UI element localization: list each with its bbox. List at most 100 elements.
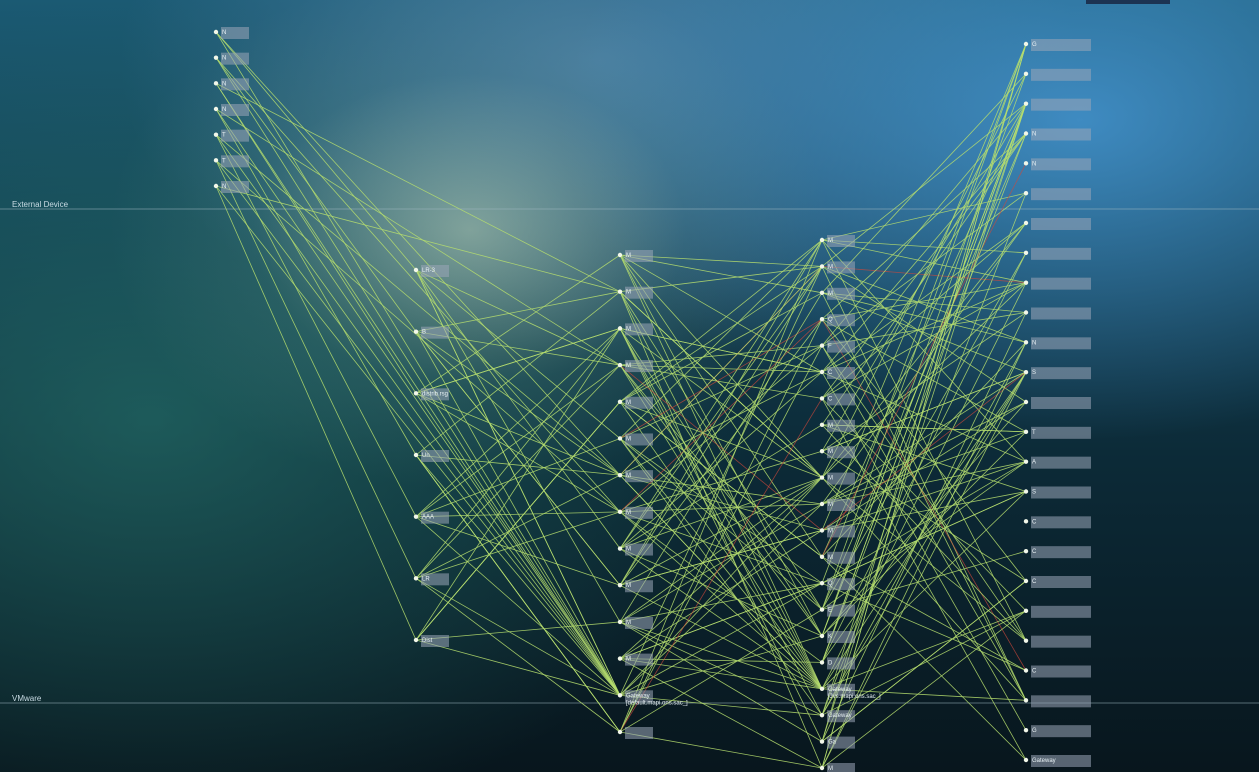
node-dot[interactable] xyxy=(819,501,825,507)
node-dot[interactable] xyxy=(213,158,219,163)
node-e8[interactable] xyxy=(1023,277,1091,290)
node-e13[interactable]: T xyxy=(1023,426,1091,439)
node-dot[interactable] xyxy=(1023,459,1029,464)
node-dot[interactable] xyxy=(1023,399,1029,405)
node-e17[interactable]: C xyxy=(1023,546,1091,559)
node-dot[interactable] xyxy=(617,362,623,368)
node-dot[interactable] xyxy=(617,252,623,258)
node-e23[interactable]: G xyxy=(1023,725,1091,738)
node-dot[interactable] xyxy=(617,546,623,551)
node-dot[interactable] xyxy=(617,656,623,661)
node-dot[interactable] xyxy=(819,237,825,243)
node-dot[interactable] xyxy=(413,267,419,273)
node-dot[interactable] xyxy=(819,633,825,639)
node-dot[interactable] xyxy=(1023,71,1029,77)
node-d8[interactable]: M xyxy=(819,446,855,459)
node-dot[interactable] xyxy=(819,422,825,427)
node-b3[interactable]: Un xyxy=(413,450,449,462)
node-d18[interactable]: Gateway xyxy=(819,710,855,723)
node-dot[interactable] xyxy=(819,449,825,454)
node-dot[interactable] xyxy=(1023,41,1029,47)
node-e24[interactable]: Gateway xyxy=(1023,755,1091,767)
node-dot[interactable] xyxy=(819,343,825,348)
node-dot[interactable] xyxy=(819,369,825,375)
node-dot[interactable] xyxy=(1023,161,1029,166)
node-dot[interactable] xyxy=(617,583,623,588)
node-dot[interactable] xyxy=(617,472,623,478)
node-dot[interactable] xyxy=(819,765,825,771)
node-dot[interactable] xyxy=(413,637,419,643)
node-dot[interactable] xyxy=(1023,638,1029,643)
node-d11[interactable]: M xyxy=(819,525,855,538)
node-c12n[interactable]: Gateway[default.mapi.ons.sac_] xyxy=(617,690,688,706)
node-e2[interactable] xyxy=(1023,98,1091,111)
node-dot[interactable] xyxy=(819,607,825,612)
node-dot[interactable] xyxy=(1023,757,1029,763)
node-dot[interactable] xyxy=(617,326,623,331)
node-dot[interactable] xyxy=(819,264,825,269)
node-layer[interactable]: N N N N T T N LR-3 Bdistrib.rsg Un AAA LR Dist M M M M M M… xyxy=(213,27,1091,772)
node-e12[interactable] xyxy=(1023,397,1091,409)
node-dot[interactable] xyxy=(1023,608,1029,614)
node-e20[interactable] xyxy=(1023,635,1091,648)
node-dot[interactable] xyxy=(1023,280,1029,285)
node-dot[interactable] xyxy=(1023,548,1029,554)
node-e6[interactable] xyxy=(1023,218,1091,230)
node-d14[interactable]: E xyxy=(819,604,855,617)
node-d16[interactable]: D xyxy=(819,657,855,670)
node-e4[interactable]: N xyxy=(1023,158,1091,171)
node-e22[interactable] xyxy=(1023,695,1091,708)
node-dot[interactable] xyxy=(1023,310,1029,315)
node-dot[interactable] xyxy=(1023,340,1029,345)
node-c9n[interactable]: M xyxy=(617,580,653,593)
node-dot[interactable] xyxy=(1023,131,1029,136)
node-dot[interactable] xyxy=(413,452,419,458)
node-d19[interactable]: Ga xyxy=(819,736,855,749)
node-dot[interactable] xyxy=(819,686,825,691)
node-e15[interactable]: S xyxy=(1023,486,1091,499)
node-e10[interactable]: N xyxy=(1023,337,1091,350)
node-dot[interactable] xyxy=(1023,220,1029,226)
node-dot[interactable] xyxy=(1023,668,1029,673)
node-dot[interactable] xyxy=(819,739,825,744)
node-dot[interactable] xyxy=(413,514,419,519)
node-dot[interactable] xyxy=(413,391,419,396)
node-dot[interactable] xyxy=(1023,369,1029,375)
node-c13n[interactable] xyxy=(617,727,653,739)
node-dot[interactable] xyxy=(1023,698,1029,703)
node-dot[interactable] xyxy=(1023,190,1029,196)
node-dot[interactable] xyxy=(617,436,623,441)
node-dot[interactable] xyxy=(213,183,219,189)
node-e14[interactable]: A xyxy=(1023,456,1091,469)
node-dot[interactable] xyxy=(617,289,623,294)
node-dot[interactable] xyxy=(213,132,219,137)
node-d10[interactable]: M xyxy=(819,499,855,511)
node-e11[interactable]: S xyxy=(1023,367,1091,380)
node-e16[interactable]: C xyxy=(1023,516,1091,529)
node-dot[interactable] xyxy=(213,106,219,112)
node-dot[interactable] xyxy=(617,619,623,625)
node-e9[interactable] xyxy=(1023,307,1091,320)
node-dot[interactable] xyxy=(1023,578,1029,584)
node-dot[interactable] xyxy=(819,554,825,559)
node-a5[interactable]: T xyxy=(213,155,249,168)
node-d20[interactable]: M xyxy=(819,763,855,772)
node-e21[interactable]: C xyxy=(1023,665,1091,678)
node-e3[interactable]: N xyxy=(1023,128,1091,141)
node-dot[interactable] xyxy=(819,317,825,322)
node-dot[interactable] xyxy=(819,660,825,665)
node-dot[interactable] xyxy=(1023,489,1029,494)
node-e5[interactable] xyxy=(1023,188,1091,201)
node-dot[interactable] xyxy=(819,713,825,718)
node-e18[interactable]: C xyxy=(1023,576,1091,588)
node-dot[interactable] xyxy=(819,528,825,533)
node-dot[interactable] xyxy=(1023,101,1029,106)
node-dot[interactable] xyxy=(413,329,419,334)
node-e7[interactable] xyxy=(1023,247,1091,260)
node-dot[interactable] xyxy=(819,396,825,401)
node-dot[interactable] xyxy=(1023,727,1029,733)
node-e1[interactable] xyxy=(1023,68,1091,81)
node-dot[interactable] xyxy=(413,576,419,581)
node-e0[interactable]: G xyxy=(1023,39,1091,51)
node-dot[interactable] xyxy=(1023,519,1029,524)
